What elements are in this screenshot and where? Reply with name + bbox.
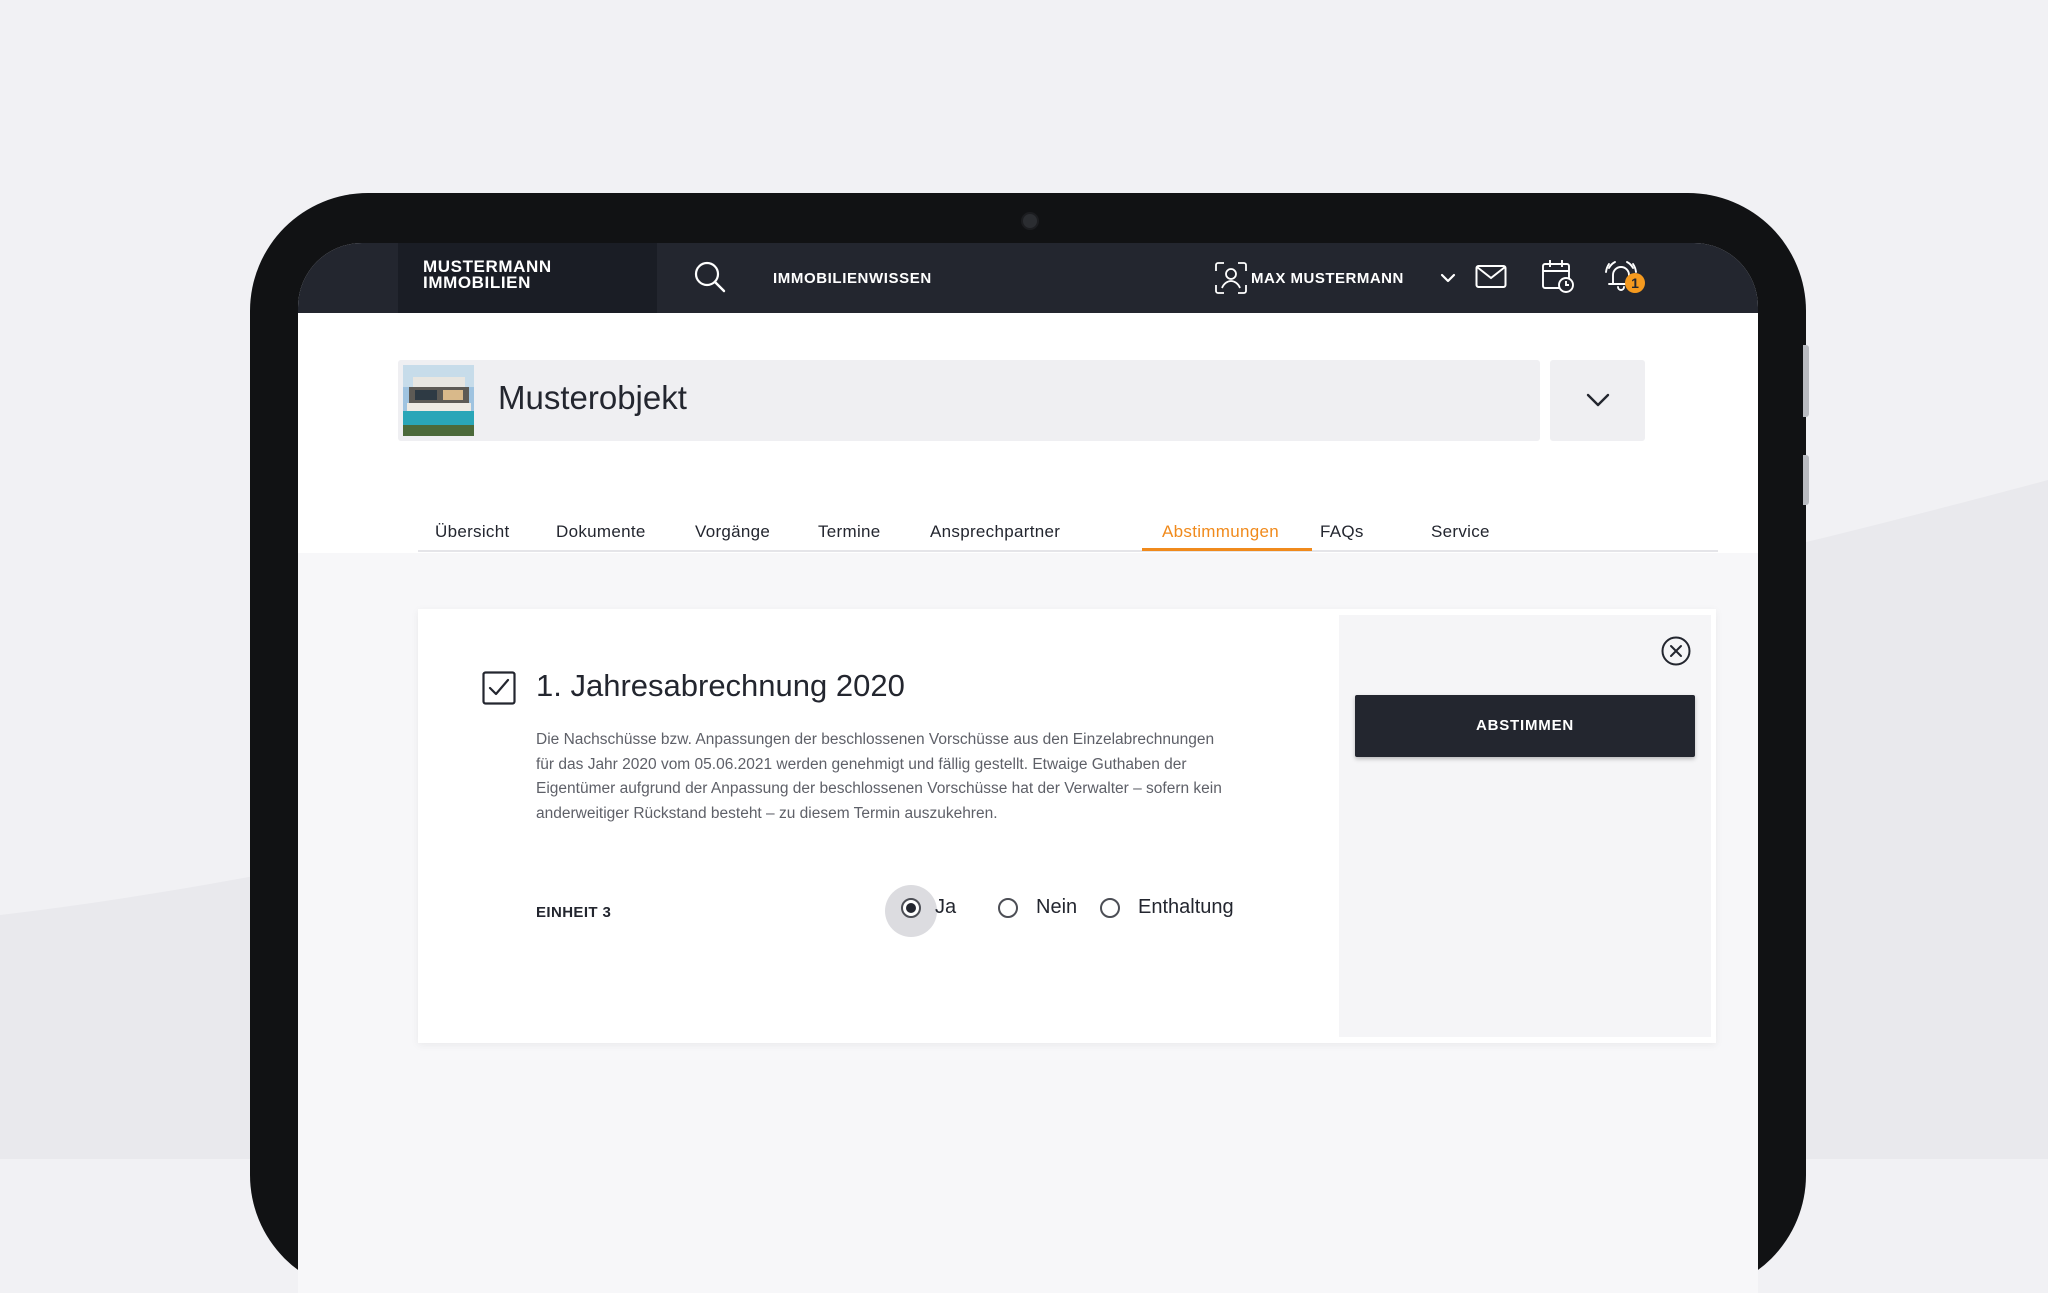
tab-bar: Übersicht Dokumente Vorgänge Termine Ans… [418, 433, 1718, 552]
radio-label-ja: Ja [935, 896, 957, 918]
tab-faqs[interactable]: FAQs [1320, 522, 1364, 542]
camera [1021, 212, 1039, 230]
side-button [1803, 345, 1809, 417]
tab-dokumente[interactable]: Dokumente [556, 522, 646, 542]
face-scan-icon[interactable] [1214, 261, 1248, 295]
unit-label: EINHEIT 3 [536, 904, 612, 921]
object-header: Musterobjekt Übersicht Dokumente Vorgäng… [298, 313, 1758, 553]
chevron-down-icon[interactable] [1440, 271, 1456, 285]
radio-nein[interactable]: Nein [998, 896, 1088, 924]
vote-title: 1. Jahresabrechnung 2020 [536, 668, 905, 703]
object-selector[interactable]: Musterobjekt [398, 360, 1540, 441]
radio-label-nein: Nein [1036, 896, 1078, 918]
vote-card: 1. Jahresabrechnung 2020 Die Nachschüsse… [418, 609, 1716, 1043]
object-dropdown-button[interactable] [1550, 360, 1645, 441]
radio-ja[interactable]: Ja [901, 896, 961, 924]
tab-ansprechpartner[interactable]: Ansprechpartner [930, 522, 1060, 542]
notification-badge: 1 [1625, 273, 1645, 293]
screen: MUSTERMANN IMMOBILIEN IMMOBILIENWISSEN M… [298, 243, 1758, 1293]
tablet-frame: MUSTERMANN IMMOBILIEN IMMOBILIENWISSEN M… [250, 193, 1809, 1293]
close-icon[interactable] [1660, 635, 1692, 667]
active-tab-indicator [1142, 548, 1312, 551]
tab-termine[interactable]: Termine [818, 522, 881, 542]
vote-description: Die Nachschüsse bzw. Anpassungen der bes… [536, 731, 1222, 822]
tab-abstimmungen[interactable]: Abstimmungen [1162, 522, 1279, 542]
top-navigation: MUSTERMANN IMMOBILIEN IMMOBILIENWISSEN M… [298, 243, 1758, 313]
side-button [1803, 455, 1809, 505]
mail-icon[interactable] [1475, 262, 1507, 292]
tab-divider [418, 550, 1718, 552]
brand-line-2: IMMOBILIEN [423, 273, 531, 292]
calendar-clock-icon[interactable] [1541, 258, 1575, 294]
house-photo-thumbnail [403, 365, 474, 436]
radio-button[interactable] [998, 898, 1018, 918]
nav-link-immobilienwissen[interactable]: IMMOBILIENWISSEN [773, 270, 932, 287]
radio-enthaltung[interactable]: Enthaltung [1100, 896, 1240, 924]
radio-button[interactable] [1100, 898, 1120, 918]
object-name: Musterobjekt [498, 379, 687, 416]
tab-service[interactable]: Service [1431, 522, 1490, 542]
radio-label-enthaltung: Enthaltung [1138, 896, 1234, 918]
tab-vorgaenge[interactable]: Vorgänge [695, 522, 770, 542]
vote-action-panel [1339, 615, 1711, 1037]
radio-button-checked[interactable] [901, 898, 921, 918]
user-menu-name[interactable]: MAX MUSTERMANN [1251, 270, 1404, 287]
chevron-down-icon [1586, 393, 1610, 407]
brand-logo[interactable]: MUSTERMANN IMMOBILIEN [398, 243, 657, 313]
tab-uebersicht[interactable]: Übersicht [435, 522, 510, 542]
search-icon[interactable] [692, 259, 728, 295]
checkbox-checked-icon [482, 671, 516, 705]
submit-vote-button[interactable]: ABSTIMMEN [1355, 695, 1695, 757]
